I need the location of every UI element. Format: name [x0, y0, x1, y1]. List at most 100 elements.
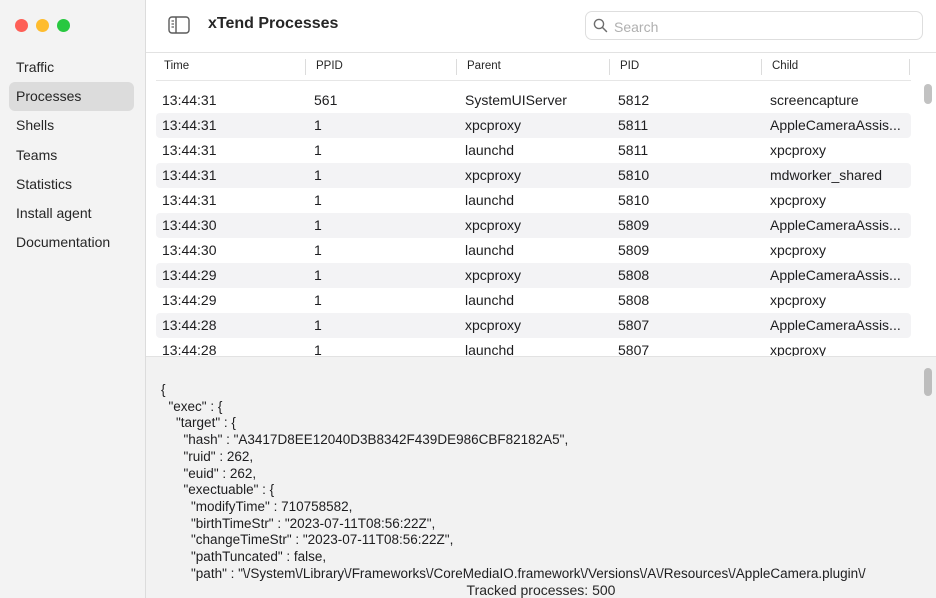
json-line: "modifyTime" : 710758582, [161, 498, 353, 514]
table-row[interactable]: 13:44:30 1 launchd 5809 xpcproxy [156, 238, 911, 263]
cell-pid: 5807 [618, 317, 650, 333]
sidebar: Traffic Processes Shells Teams Statistics Ins… [0, 0, 146, 598]
cell-pid: 5810 [618, 167, 650, 183]
table-scrollbar-thumb[interactable] [924, 84, 932, 104]
column-divider[interactable] [305, 59, 306, 75]
cell-pid: 5812 [618, 92, 650, 108]
cell-time: 13:44:30 [162, 217, 217, 233]
cell-parent: xpcproxy [465, 117, 522, 133]
search-icon [593, 18, 608, 33]
table-row[interactable]: 13:44:31 1 launchd 5810 xpcproxy [156, 188, 911, 213]
sidebar-item-install-agent[interactable]: Install agent [9, 199, 134, 228]
cell-ppid: 1 [314, 267, 322, 283]
cell-parent: launchd [465, 242, 515, 258]
cell-ppid: 1 [314, 217, 322, 233]
cell-ppid: 1 [314, 292, 322, 308]
json-line: "exectuable" : { [161, 482, 275, 498]
table-row[interactable]: 13:44:28 1 launchd 5807 xpcproxy [156, 338, 911, 356]
sidebar-item-documentation[interactable]: Documentation [9, 228, 134, 257]
cell-ppid: 1 [314, 192, 322, 208]
json-line: "ruid" : 262, [161, 448, 254, 464]
table-body[interactable]: 13:44:31 561 SystemUIServer 5812 screencaptu… [156, 88, 911, 356]
table-header: Time PPID Parent PID Child [156, 53, 911, 81]
cell-parent: launchd [465, 292, 515, 308]
cell-pid: 5811 [618, 142, 649, 158]
cell-ppid: 1 [314, 317, 322, 333]
cell-child: screencapture [770, 92, 859, 108]
sidebar-item-teams[interactable]: Teams [9, 141, 134, 170]
cell-time: 13:44:31 [162, 142, 217, 158]
table-row[interactable]: 13:44:28 1 xpcproxy 5807 AppleCameraAssis... [156, 313, 911, 338]
json-line: "target" : { [161, 415, 236, 431]
cell-pid: 5807 [618, 342, 650, 356]
cell-parent: launchd [465, 142, 515, 158]
cell-parent: launchd [465, 192, 515, 208]
json-line: "changeTimeStr" : "2023-07-11T08:56:22Z"… [161, 532, 454, 548]
cell-parent: xpcproxy [465, 267, 522, 283]
column-divider[interactable] [761, 59, 762, 75]
sidebar-item-traffic[interactable]: Traffic [9, 53, 134, 82]
cell-pid: 5808 [618, 292, 650, 308]
cell-time: 13:44:31 [162, 117, 217, 133]
cell-parent: launchd [465, 342, 515, 356]
json-line: "pathTuncated" : false, [161, 549, 327, 565]
column-header-time[interactable]: Time [164, 53, 189, 80]
traffic-lights [15, 19, 70, 32]
json-line: "exec" : { [161, 398, 223, 414]
process-json-view: { "exec" : { "target" : { "hash" : "A341… [161, 382, 866, 582]
window-title: xTend Processes [208, 15, 339, 32]
process-table: Time PPID Parent PID Child 13:44:31 561 System… [146, 53, 936, 356]
cell-parent: SystemUIServer [465, 92, 567, 108]
json-line: { [161, 382, 166, 397]
tracked-processes-count: Tracked processes: 500 [146, 581, 936, 598]
json-line: "path" : "\/System\/Library\/Frameworks\… [161, 565, 866, 581]
cell-ppid: 1 [314, 117, 322, 133]
cell-pid: 5809 [618, 217, 650, 233]
sidebar-item-statistics[interactable]: Statistics [9, 170, 134, 199]
sidebar-item-processes[interactable]: Processes [9, 82, 134, 112]
column-divider[interactable] [609, 59, 610, 75]
table-row[interactable]: 13:44:31 1 xpcproxy 5811 AppleCameraAssis... [156, 113, 911, 138]
column-header-pid[interactable]: PID [620, 53, 639, 80]
table-row[interactable]: 13:44:29 1 launchd 5808 xpcproxy [156, 288, 911, 313]
cell-child: AppleCameraAssis... [770, 117, 901, 133]
column-header-child[interactable]: Child [772, 53, 798, 80]
column-header-parent[interactable]: Parent [467, 53, 501, 80]
search-field[interactable] [585, 11, 923, 40]
column-divider[interactable] [456, 59, 457, 75]
cell-parent: xpcproxy [465, 217, 522, 233]
sidebar-item-shells[interactable]: Shells [9, 111, 134, 140]
cell-child: AppleCameraAssis... [770, 317, 901, 333]
cell-time: 13:44:30 [162, 242, 217, 258]
cell-child: xpcproxy [770, 292, 827, 308]
cell-child: AppleCameraAssis... [770, 267, 901, 283]
table-row[interactable]: 13:44:29 1 xpcproxy 5808 AppleCameraAssis... [156, 263, 911, 288]
column-header-ppid[interactable]: PPID [316, 53, 343, 80]
table-row[interactable]: 13:44:30 1 xpcproxy 5809 AppleCameraAssis... [156, 213, 911, 238]
cell-ppid: 561 [314, 92, 338, 108]
cell-time: 13:44:28 [162, 317, 217, 333]
close-window-button[interactable] [15, 19, 28, 32]
detail-panel: { "exec" : { "target" : { "hash" : "A341… [146, 356, 936, 598]
column-divider[interactable] [909, 59, 910, 75]
cell-pid: 5810 [618, 192, 650, 208]
cell-time: 13:44:31 [162, 192, 217, 208]
table-row[interactable]: 13:44:31 1 launchd 5811 xpcproxy [156, 138, 911, 163]
cell-child: xpcproxy [770, 142, 827, 158]
zoom-window-button[interactable] [57, 19, 70, 32]
json-line: "euid" : 262, [161, 465, 257, 481]
table-row[interactable]: 13:44:31 561 SystemUIServer 5812 screencaptu… [156, 88, 911, 113]
cell-pid: 5811 [618, 117, 649, 133]
table-row[interactable]: 13:44:31 1 xpcproxy 5810 mdworker_shared [156, 163, 911, 188]
search-input[interactable] [612, 15, 916, 38]
sidebar-toggle-icon[interactable] [168, 16, 190, 34]
sidebar-nav: Traffic Processes Shells Teams Statistics Ins… [9, 53, 134, 257]
detail-scrollbar-thumb[interactable] [924, 368, 932, 396]
cell-time: 13:44:31 [162, 92, 217, 108]
cell-ppid: 1 [314, 167, 322, 183]
minimize-window-button[interactable] [36, 19, 49, 32]
cell-time: 13:44:28 [162, 342, 217, 356]
cell-parent: xpcproxy [465, 167, 522, 183]
cell-child: xpcproxy [770, 342, 827, 356]
cell-child: xpcproxy [770, 192, 827, 208]
